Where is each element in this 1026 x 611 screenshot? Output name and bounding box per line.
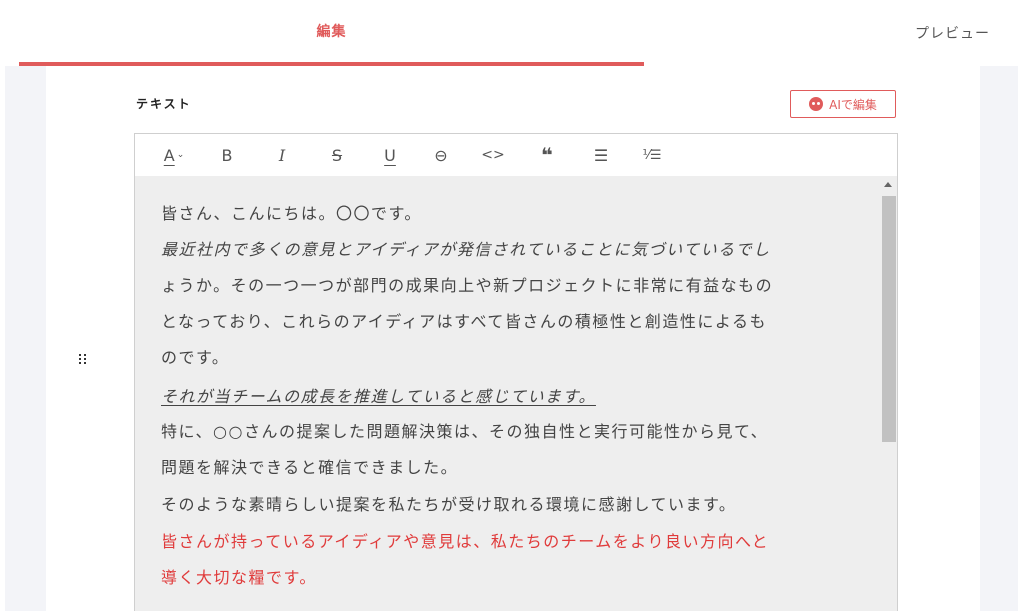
text-line: 導く大切な糧です。 (161, 568, 317, 587)
drag-handle-icon[interactable] (78, 354, 88, 366)
robot-icon (809, 97, 824, 111)
strikethrough-icon: S (331, 145, 343, 165)
bold-button[interactable]: B (215, 134, 239, 176)
chevron-down-icon: ⌄ (176, 150, 185, 160)
ai-edit-button[interactable]: AIで編集 (790, 90, 896, 118)
link-button[interactable]: ⊖ (429, 134, 453, 176)
bold-icon: B (221, 145, 233, 165)
bullet-list-icon: ☰ (593, 145, 609, 165)
scroll-up-icon[interactable] (884, 182, 892, 187)
text-line: 特に、○○さんの提案した問題解決策は、その独自性と実行可能性から見て、 (161, 422, 769, 441)
underline-icon: U (384, 145, 396, 165)
text-line: 皆さんが持っているアイディアや意見は、私たちのチームをより良い方向へと (161, 532, 770, 551)
code-button[interactable]: <> (479, 134, 507, 176)
text-editor[interactable]: 皆さん、こんにちは。〇〇です。 最近社内で多くの意見とアイディアが発信されている… (134, 176, 898, 611)
ai-edit-button-label: AIで編集 (829, 97, 877, 112)
text-color-button[interactable]: A ⌄ (159, 134, 189, 176)
formatting-toolbar: A ⌄ B I S U ⊖ <> ❝ ☰ ⅟☰ (134, 133, 898, 177)
code-icon: <> (481, 147, 505, 163)
link-icon: ⊖ (434, 145, 448, 165)
text-line: のです。 (161, 348, 230, 367)
tab-bar: 編集 プレビュー (19, 0, 1026, 66)
text-color-icon: A (163, 145, 175, 165)
tab-edit[interactable]: 編集 (19, 0, 644, 66)
quote-icon: ❝ (541, 143, 553, 167)
italic-button[interactable]: I (270, 134, 294, 176)
text-line: 最近社内で多くの意見とアイディアが発信されていることに気づいているでし (161, 240, 771, 259)
text-line: ょうか。その一つ一つが部門の成果向上や新プロジェクトに非常に有益なもの (161, 276, 774, 295)
scroll-thumb[interactable] (882, 196, 896, 442)
field-label: テキスト (136, 97, 192, 111)
bullet-list-button[interactable]: ☰ (589, 134, 613, 176)
ordered-list-button[interactable]: ⅟☰ (637, 134, 667, 176)
text-line: それが当チームの成長を推進していると感じています。 (161, 387, 596, 406)
editor-scrollbar[interactable] (880, 176, 897, 611)
italic-icon: I (278, 145, 286, 165)
text-line: となっており、これらのアイディアはすべて皆さんの積極性と創造性によるも (161, 312, 767, 331)
tab-preview[interactable]: プレビュー (879, 0, 1026, 66)
text-line: 皆さん、こんにちは。〇〇です。 (161, 204, 422, 223)
strikethrough-button[interactable]: S (325, 134, 349, 176)
text-line: そのような素晴らしい提案を私たちが受け取れる環境に感謝しています。 (161, 495, 737, 514)
quote-button[interactable]: ❝ (535, 134, 559, 176)
ordered-list-icon: ⅟☰ (642, 147, 662, 163)
text-line: 問題を解決できると確信できました。 (161, 458, 459, 477)
underline-button[interactable]: U (378, 134, 402, 176)
